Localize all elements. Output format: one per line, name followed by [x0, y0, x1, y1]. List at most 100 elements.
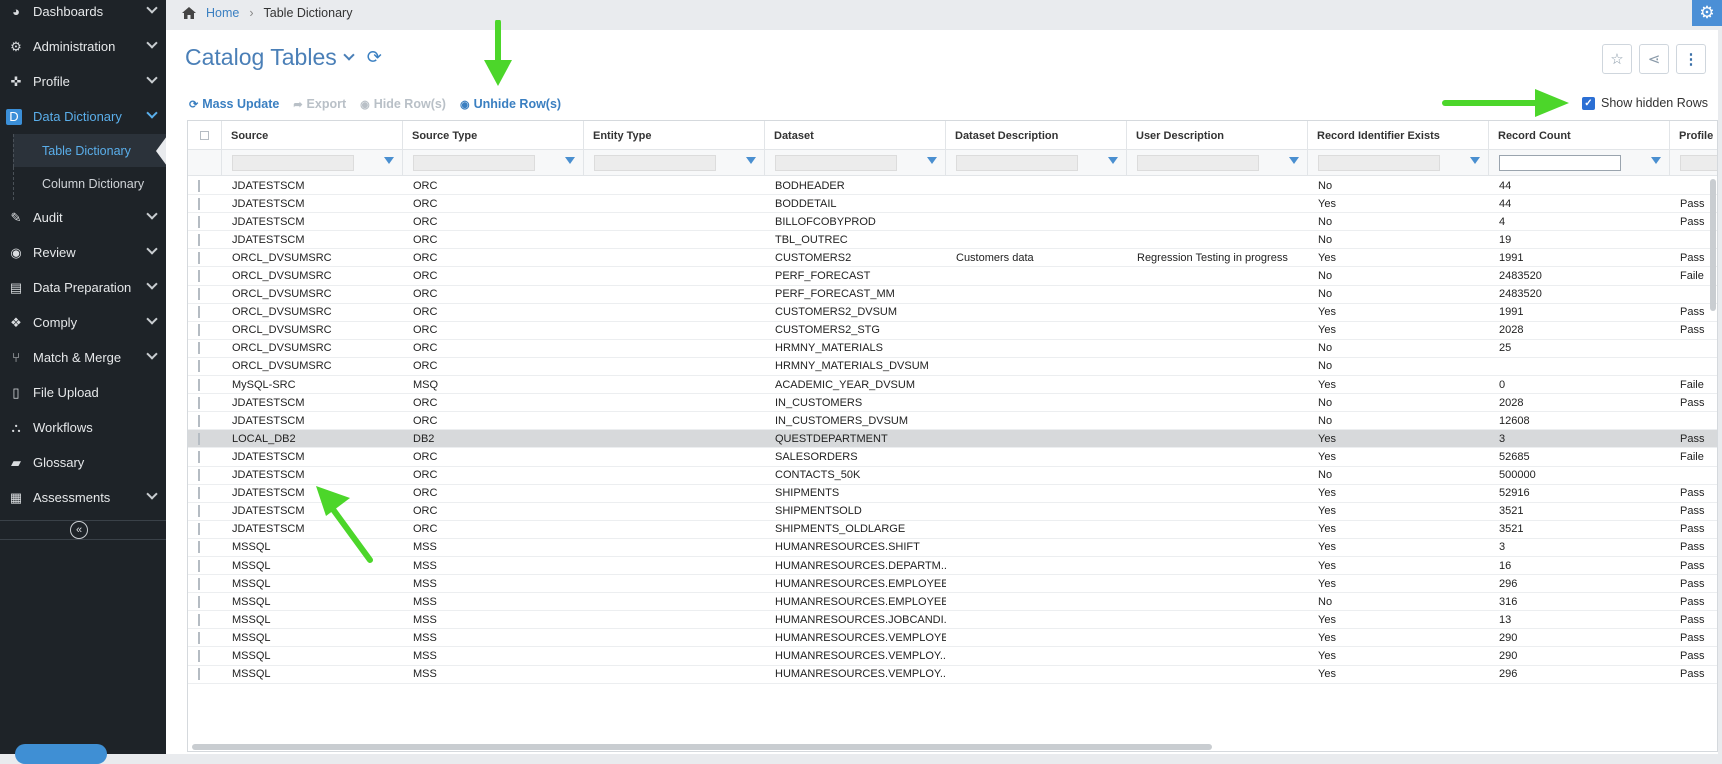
page-title[interactable]: Catalog Tables ⟳	[185, 44, 382, 71]
table-row[interactable]: JDATESTSCM ORC IN_CUSTOMERS_DVSUM No 12608	[188, 412, 1717, 431]
filter-input[interactable]	[413, 155, 535, 171]
home-icon[interactable]	[182, 7, 196, 19]
table-row[interactable]: JDATESTSCM ORC SALESORDERS Yes 52685 Faile	[188, 448, 1717, 467]
filter-input[interactable]	[1318, 155, 1440, 171]
row-checkbox[interactable]	[198, 559, 200, 572]
breadcrumb-home-link[interactable]: Home	[206, 6, 239, 20]
column-header[interactable]: Dataset Description	[946, 121, 1127, 150]
table-row[interactable]: MySQL-SRC MSQ ACADEMIC_YEAR_DVSUM Yes 0 Faile	[188, 376, 1717, 395]
table-row[interactable]: MSSQL MSS HUMANRESOURCES.EMPLOYEE... Yes 296…	[188, 575, 1717, 594]
select-all-cell[interactable]	[188, 121, 222, 150]
row-checkbox[interactable]	[198, 288, 200, 301]
nav-assessments[interactable]: ▦ Assessments	[0, 480, 166, 515]
row-checkbox[interactable]	[198, 487, 200, 500]
table-row[interactable]: JDATESTSCM ORC SHIPMENTS_OLDLARGE Yes 3521 Pa…	[188, 520, 1717, 539]
filter-input[interactable]	[1680, 155, 1717, 171]
filter-icon[interactable]	[1289, 157, 1299, 164]
table-row[interactable]: MSSQL MSS HUMANRESOURCES.VEMPLOYEE Yes 290 Pa…	[188, 629, 1717, 648]
table-row[interactable]: ORCL_DVSUMSRC ORC CUSTOMERS2 Customers data…	[188, 249, 1717, 268]
row-checkbox[interactable]	[198, 450, 200, 463]
filter-icon[interactable]	[746, 157, 756, 164]
nav-review[interactable]: ◉ Review	[0, 235, 166, 270]
nav-audit[interactable]: ✎ Audit	[0, 200, 166, 235]
nav-data-preparation[interactable]: ▤ Data Preparation	[0, 270, 166, 305]
more-options-button[interactable]: ⋮	[1676, 44, 1706, 74]
table-row[interactable]: MSSQL MSS HUMANRESOURCES.EMPLOYEE... No 316 P…	[188, 593, 1717, 612]
row-checkbox[interactable]	[198, 414, 200, 427]
table-row[interactable]: JDATESTSCM ORC BODHEADER No 44	[188, 177, 1717, 196]
nav-comply[interactable]: ❖ Comply	[0, 305, 166, 340]
table-row[interactable]: JDATESTSCM ORC IN_CUSTOMERS No 2028 Pass	[188, 394, 1717, 413]
horizontal-scrollbar[interactable]	[192, 744, 1212, 750]
row-checkbox[interactable]	[198, 631, 200, 644]
column-header[interactable]: Source	[222, 121, 403, 150]
filter-input[interactable]	[956, 155, 1078, 171]
column-header[interactable]: User Description	[1127, 121, 1308, 150]
table-row[interactable]: ORCL_DVSUMSRC ORC CUSTOMERS2_STG Yes 2028 Pas…	[188, 321, 1717, 340]
table-row[interactable]: MSSQL MSS HUMANRESOURCES.JOBCANDI... Yes 13 P…	[188, 611, 1717, 630]
row-checkbox[interactable]	[198, 668, 200, 681]
column-header[interactable]: Record Count	[1489, 121, 1670, 150]
nav-file-upload[interactable]: ▯ File Upload	[0, 375, 166, 410]
row-checkbox[interactable]	[198, 360, 200, 373]
row-checkbox[interactable]	[198, 577, 200, 590]
row-checkbox[interactable]	[198, 251, 200, 264]
refresh-icon[interactable]: ⟳	[367, 47, 382, 68]
row-checkbox[interactable]	[198, 233, 200, 246]
table-row[interactable]: JDATESTSCM ORC BILLOFCOBYPROD No 4 Pass	[188, 213, 1717, 232]
table-row[interactable]: ORCL_DVSUMSRC ORC CUSTOMERS2_DVSUM Yes 1991 P…	[188, 303, 1717, 322]
help-button[interactable]	[15, 744, 107, 764]
show-hidden-rows-toggle[interactable]: ✓ Show hidden Rows	[1581, 96, 1708, 110]
filter-input[interactable]	[1499, 155, 1621, 171]
sidebar-item-column-dictionary[interactable]: Column Dictionary	[13, 167, 166, 200]
row-checkbox[interactable]	[198, 215, 200, 228]
row-checkbox[interactable]	[198, 270, 200, 283]
column-header[interactable]: Record Identifier Exists	[1308, 121, 1489, 150]
row-checkbox[interactable]	[198, 432, 200, 445]
filter-icon[interactable]	[927, 157, 937, 164]
settings-gear-icon[interactable]: ⚙	[1692, 0, 1722, 26]
filter-icon[interactable]	[1651, 157, 1661, 164]
filter-icon[interactable]	[1108, 157, 1118, 164]
table-row[interactable]: MSSQL MSS HUMANRESOURCES.VEMPLOY... Yes 296 P…	[188, 665, 1717, 684]
export-button[interactable]: ➦ Export	[293, 97, 346, 111]
chevron-down-icon[interactable]	[343, 49, 355, 61]
row-checkbox[interactable]	[198, 541, 200, 554]
nav-workflows[interactable]: ⛬ Workflows	[0, 410, 166, 445]
column-header[interactable]: Entity Type	[584, 121, 765, 150]
row-checkbox[interactable]	[198, 469, 200, 482]
filter-input[interactable]	[775, 155, 897, 171]
sidebar-item-table-dictionary[interactable]: Table Dictionary	[13, 134, 167, 167]
nav-match-merge[interactable]: ⑂ Match & Merge	[0, 340, 166, 375]
row-checkbox[interactable]	[198, 649, 200, 662]
filter-input[interactable]	[594, 155, 716, 171]
nav-data-dictionary[interactable]: D Data Dictionary	[0, 99, 166, 134]
collapse-sidebar-icon[interactable]: «	[70, 521, 88, 539]
select-all-checkbox[interactable]	[200, 131, 209, 140]
hide-rows-button[interactable]: ◉ Hide Row(s)	[360, 97, 446, 111]
row-checkbox[interactable]	[198, 396, 200, 409]
nav-profile[interactable]: ✜ Profile	[0, 64, 166, 99]
row-checkbox[interactable]	[198, 595, 200, 608]
row-checkbox[interactable]	[198, 197, 200, 210]
row-checkbox[interactable]	[198, 324, 200, 337]
column-header[interactable]: Source Type	[403, 121, 584, 150]
nav-dashboards[interactable]: ◕ Dashboards	[0, 0, 166, 29]
filter-icon[interactable]	[384, 157, 394, 164]
nav-administration[interactable]: ⚙ Administration	[0, 29, 166, 64]
show-hidden-checkbox[interactable]: ✓	[1581, 96, 1595, 110]
table-row[interactable]: JDATESTSCM ORC BODDETAIL Yes 44 Pass	[188, 195, 1717, 214]
filter-input[interactable]	[1137, 155, 1259, 171]
filter-icon[interactable]	[565, 157, 575, 164]
row-checkbox[interactable]	[198, 378, 200, 391]
row-checkbox[interactable]	[198, 342, 200, 355]
row-checkbox[interactable]	[198, 179, 200, 192]
table-row[interactable]: JDATESTSCM ORC SHIPMENTSOLD Yes 3521 Pass	[188, 502, 1717, 521]
row-checkbox[interactable]	[198, 523, 200, 536]
table-row[interactable]: MSSQL MSS HUMANRESOURCES.SHIFT Yes 3 Pass	[188, 538, 1717, 557]
table-row[interactable]: JDATESTSCM ORC CONTACTS_50K No 500000	[188, 466, 1717, 485]
nav-glossary[interactable]: ▰ Glossary	[0, 445, 166, 480]
table-row[interactable]: MSSQL MSS HUMANRESOURCES.VEMPLOY... Yes 290 P…	[188, 647, 1717, 666]
table-row[interactable]: MSSQL MSS HUMANRESOURCES.DEPARTM... Yes 16 Pa…	[188, 556, 1717, 576]
table-row[interactable]: JDATESTSCM ORC TBL_OUTREC No 19	[188, 231, 1717, 250]
